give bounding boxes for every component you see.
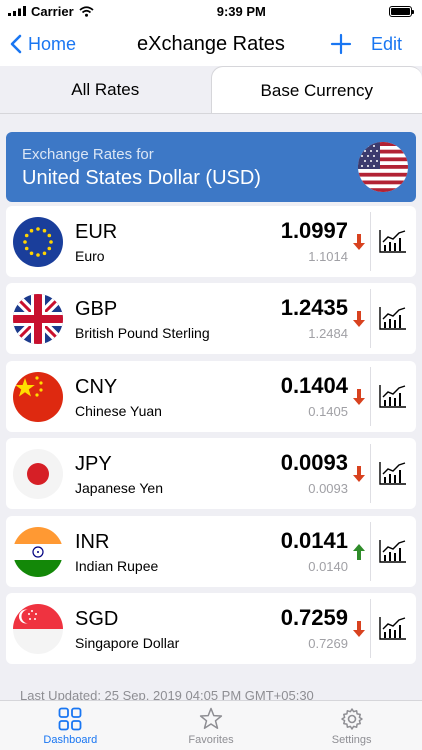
chart-icon[interactable] — [378, 460, 408, 486]
arrow-down-icon — [353, 620, 365, 637]
us-flag-icon — [358, 142, 408, 192]
clock: 9:39 PM — [216, 3, 266, 19]
tab-label: Settings — [331, 734, 372, 746]
exchange-rate: 0.7259 — [280, 604, 348, 630]
divider — [370, 289, 371, 349]
edit-button[interactable]: Edit — [371, 22, 402, 66]
currency-name: Indian Rupee — [75, 557, 159, 574]
currency-name: Chinese Yuan — [75, 402, 162, 419]
arrow-down-icon — [353, 388, 365, 405]
tab-bar-top: All Rates Base Currency — [0, 66, 422, 114]
currency-code: CNY — [75, 375, 118, 398]
rate-list: EUR Euro 1.0997 1.1014 GBP British Pound… — [6, 206, 416, 670]
china-flag-icon — [13, 371, 63, 422]
previous-rate: 0.0093 — [308, 481, 348, 497]
previous-rate: 0.1405 — [308, 403, 348, 419]
base-currency-name: United States Dollar (USD) — [22, 167, 261, 189]
rate-row-inr[interactable]: INR Indian Rupee 0.0141 0.0140 — [6, 515, 416, 587]
previous-rate: 1.1014 — [308, 249, 348, 264]
divider — [370, 521, 371, 581]
tab-label: Dashboard — [43, 734, 98, 746]
grid-icon — [58, 707, 82, 731]
currency-name: British Pound Sterling — [75, 325, 210, 342]
previous-rate: 0.0140 — [308, 558, 348, 574]
chart-icon[interactable] — [378, 305, 408, 331]
exchange-rate: 0.1404 — [280, 372, 348, 398]
currency-name: Japanese Yen — [75, 480, 163, 497]
exchange-rate: 1.0997 — [280, 218, 348, 243]
back-button[interactable]: Home — [10, 22, 76, 66]
chart-icon[interactable] — [378, 228, 408, 254]
singapore-flag-icon — [13, 603, 63, 654]
base-currency-header[interactable]: Exchange Rates for United States Dollar … — [6, 132, 416, 202]
wifi-icon — [79, 5, 94, 17]
battery-icon — [389, 5, 414, 17]
currency-name: Euro — [75, 248, 105, 264]
tab-all-rates[interactable]: All Rates — [0, 66, 211, 113]
rate-row-jpy[interactable]: JPY Japanese Yen 0.0093 0.0093 — [6, 438, 416, 510]
divider — [370, 598, 371, 658]
chart-icon[interactable] — [378, 615, 408, 641]
currency-code: INR — [75, 530, 110, 553]
rate-row-gbp[interactable]: GBP British Pound Sterling 1.2435 1.2484 — [6, 283, 416, 355]
carrier-label: Carrier — [31, 3, 74, 19]
add-icon[interactable] — [328, 29, 354, 59]
currency-code: SGD — [75, 607, 119, 630]
back-button-label: Home — [28, 33, 77, 54]
rate-row-cny[interactable]: CNY Chinese Yuan 0.1404 0.1405 — [6, 360, 416, 432]
eu-flag-icon — [13, 217, 63, 267]
chart-icon[interactable] — [378, 383, 408, 409]
gear-icon — [340, 708, 363, 730]
exchange-rate: 0.0141 — [280, 527, 348, 553]
previous-rate: 0.7269 — [308, 635, 348, 651]
divider — [370, 444, 371, 504]
arrow-down-icon — [353, 466, 365, 483]
status-bar: Carrier 9:39 PM — [0, 0, 422, 22]
arrow-down-icon — [353, 311, 365, 328]
japan-flag-icon — [13, 449, 63, 500]
tab-favorites[interactable]: Favorites — [141, 701, 282, 750]
india-flag-icon — [13, 526, 63, 577]
tab-label: Favorites — [188, 734, 234, 746]
divider — [370, 212, 371, 271]
signal-icon — [8, 6, 26, 16]
tab-base-currency[interactable]: Base Currency — [210, 66, 422, 113]
tab-dashboard[interactable]: Dashboard — [0, 701, 141, 750]
previous-rate: 1.2484 — [308, 326, 348, 342]
bottom-tab-bar: Dashboard Favorites Settings — [0, 700, 422, 750]
currency-code: JPY — [75, 453, 112, 476]
exchange-rate: 0.0093 — [280, 450, 348, 476]
chevron-left-icon — [10, 34, 22, 54]
arrow-down-icon — [353, 234, 365, 250]
exchange-rate: 1.2435 — [280, 295, 348, 321]
currency-code: GBP — [75, 298, 118, 321]
currency-name: Singapore Dollar — [75, 634, 180, 651]
tab-settings[interactable]: Settings — [281, 701, 422, 750]
header-subtitle: Exchange Rates for — [22, 146, 154, 163]
navigation-bar: Home eXchange Rates Edit — [0, 22, 422, 66]
star-icon — [199, 707, 223, 729]
uk-flag-icon — [13, 294, 63, 345]
divider — [370, 366, 371, 426]
arrow-up-icon — [353, 543, 365, 560]
rate-row-eur[interactable]: EUR Euro 1.0997 1.1014 — [6, 206, 416, 277]
chart-icon[interactable] — [378, 538, 408, 564]
rate-row-sgd[interactable]: SGD Singapore Dollar 0.7259 0.7269 — [6, 592, 416, 664]
currency-code: EUR — [75, 221, 118, 243]
